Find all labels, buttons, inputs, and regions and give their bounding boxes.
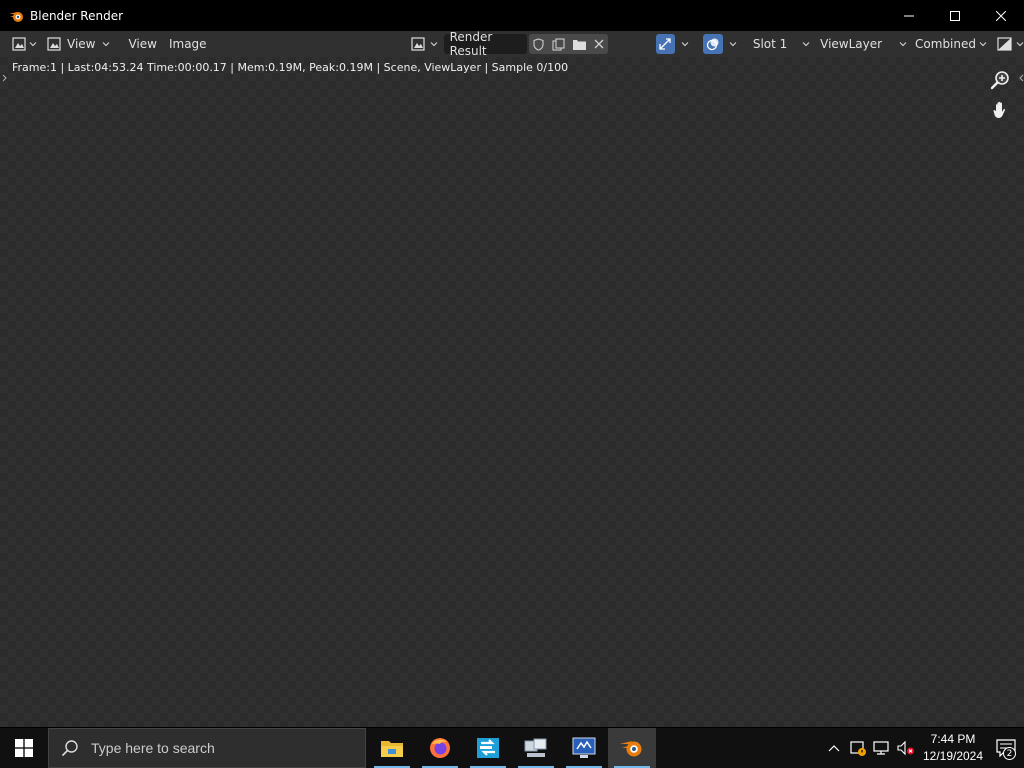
chevron-down-icon (430, 42, 437, 47)
show-gizmo-toggle[interactable] (655, 34, 676, 54)
blender-logo-icon (9, 11, 23, 22)
taskbar-monitor-app[interactable] (560, 728, 608, 768)
chevron-down-icon (103, 42, 110, 47)
start-button[interactable] (0, 728, 48, 768)
show-overlays-toggle[interactable] (703, 34, 723, 54)
image-browse-icon (410, 37, 425, 51)
chevron-up-icon (828, 745, 840, 752)
clock-time: 7:44 PM (930, 732, 976, 746)
maximize-button[interactable] (932, 0, 978, 31)
image-name-field[interactable]: Render Result (443, 30, 527, 58)
close-button[interactable] (978, 0, 1024, 31)
network-computers-icon (524, 738, 547, 757)
volume-muted-icon (897, 740, 914, 756)
taskbar-firefox[interactable] (416, 728, 464, 768)
editor-type-selector[interactable] (12, 34, 37, 54)
sidebar-expand-arrow-icon[interactable] (1018, 73, 1024, 83)
taskbar-network-app[interactable] (512, 728, 560, 768)
minimize-icon (904, 15, 914, 16)
show-hidden-icons-button[interactable] (822, 728, 846, 768)
blender-icon (620, 741, 642, 757)
slot-dropdown[interactable]: Slot 1 (753, 34, 810, 54)
taskbar-clock[interactable]: 7:44 PM 12/19/2024 (918, 731, 988, 765)
notification-count-badge: 2 (1003, 747, 1016, 760)
window-titlebar: Blender Render (0, 0, 1024, 31)
image-name: Render Result (449, 30, 493, 58)
image-editor-icon (12, 37, 26, 51)
taskbar-file-explorer[interactable] (368, 728, 416, 768)
shield-warning-icon (850, 741, 866, 756)
browse-image-button[interactable] (410, 34, 438, 54)
hand-pan-icon (993, 101, 1006, 118)
ethernet-icon (873, 741, 889, 755)
image-icon (47, 37, 61, 51)
render-pass-label: Combined (915, 37, 976, 51)
gizmo-icon (659, 38, 672, 50)
taskbar-blender[interactable] (608, 728, 656, 768)
chevron-down-icon (979, 42, 987, 47)
slot-label: Slot 1 (752, 37, 788, 51)
maximize-icon (950, 10, 960, 21)
volume-tray-icon[interactable] (894, 728, 918, 768)
menu-image[interactable]: Image (163, 34, 213, 54)
system-tray: 7:44 PM 12/19/2024 2 (822, 728, 1024, 768)
taskbar-remote-app[interactable] (464, 728, 512, 768)
view-layer-label: ViewLayer (820, 37, 883, 51)
close-icon (996, 10, 1006, 21)
fake-user-shield-icon[interactable] (532, 37, 545, 51)
monitor-app-icon (572, 737, 596, 758)
remote-desktop-icon (477, 738, 499, 758)
image-viewport[interactable]: Frame:1 | Last:04:53.24 Time:00:00.17 | … (0, 57, 1024, 727)
toolbar-expand-arrow-icon[interactable] (2, 73, 8, 83)
display-channels-icon (997, 37, 1012, 51)
view-mode-label: View (67, 37, 96, 51)
windows-taskbar: Type here to search 7:44 PM 12/19/2024 2 (0, 728, 1024, 768)
security-warning-tray-icon[interactable] (846, 728, 870, 768)
minimize-button[interactable] (886, 0, 932, 31)
image-actions-group (528, 34, 608, 54)
overlays-icon (706, 38, 719, 51)
render-stats: Frame:1 | Last:04:53.24 Time:00:00.17 | … (12, 61, 569, 74)
display-channels-dropdown[interactable] (997, 34, 1024, 54)
chevron-down-icon (802, 42, 810, 47)
zoom-tool[interactable] (988, 68, 1012, 92)
firefox-icon (430, 738, 450, 758)
render-pass-dropdown[interactable]: Combined (915, 34, 987, 54)
taskbar-search-box[interactable]: Type here to search (48, 728, 366, 768)
network-tray-icon[interactable] (870, 728, 894, 768)
search-icon (61, 740, 78, 757)
view-mode-dropdown[interactable]: View (47, 34, 110, 54)
chevron-down-icon[interactable] (729, 40, 737, 48)
menu-view[interactable]: View (122, 34, 162, 54)
image-editor-header: View View Image Render Result Slot 1 Vie… (0, 30, 1024, 58)
duplicate-icon[interactable] (552, 37, 565, 51)
zoom-in-magnifier-icon (990, 71, 1009, 90)
chevron-down-icon (29, 42, 37, 47)
view-layer-dropdown[interactable]: ViewLayer (820, 34, 907, 54)
open-folder-icon[interactable] (572, 38, 587, 51)
window-title: Blender Render (30, 8, 124, 23)
action-center-button[interactable]: 2 (988, 728, 1024, 768)
search-placeholder: Type here to search (91, 740, 215, 756)
file-explorer-icon (381, 741, 403, 757)
clock-date: 12/19/2024 (922, 749, 984, 763)
windows-logo-icon (15, 739, 33, 757)
pan-tool[interactable] (988, 98, 1012, 122)
unlink-close-icon[interactable] (594, 39, 604, 49)
chevron-down-icon (899, 42, 907, 47)
chevron-down-icon (1016, 42, 1024, 47)
chevron-down-icon[interactable] (681, 40, 689, 48)
